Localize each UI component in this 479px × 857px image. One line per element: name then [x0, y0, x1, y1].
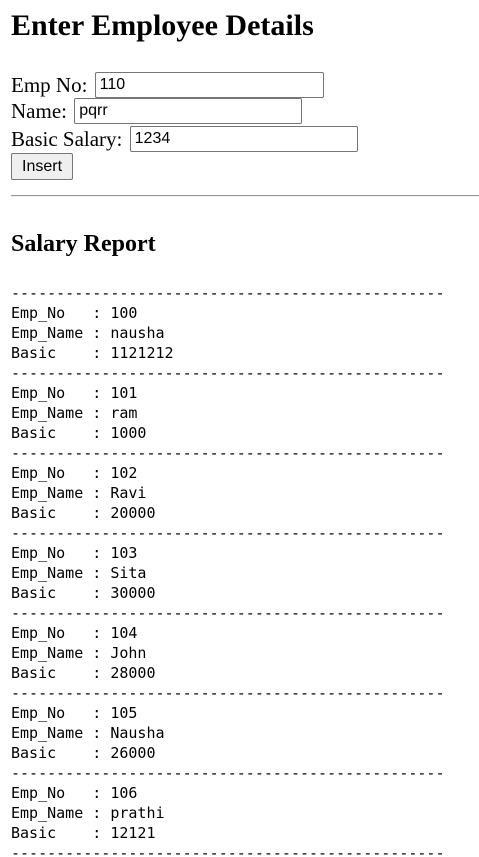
- record-emp-no-label: Emp_No :: [11, 304, 111, 322]
- record-emp-name: Emp_Name : Sita: [11, 563, 444, 583]
- record-basic-label: Basic :: [11, 664, 111, 682]
- divider: [11, 195, 479, 197]
- record-basic: Basic : 28000: [11, 663, 444, 683]
- record-emp-name: Emp_Name : prathi: [11, 803, 444, 823]
- record-emp-no-label: Emp_No :: [11, 784, 111, 802]
- name-input[interactable]: [74, 98, 303, 125]
- record-emp-no-label: Emp_No :: [11, 704, 111, 722]
- basic-salary-label: Basic Salary:: [11, 127, 123, 152]
- record-basic-value: 12121: [110, 824, 156, 842]
- name-label: Name:: [11, 99, 67, 124]
- record-emp-no: Emp_No : 105: [11, 703, 444, 723]
- report-separator: ----------------------------------------…: [11, 284, 445, 302]
- record-emp-name: Emp_Name : Ravi: [11, 483, 444, 503]
- record-basic-value: 30000: [110, 584, 156, 602]
- report-separator: ----------------------------------------…: [11, 684, 445, 702]
- insert-button[interactable]: Insert: [11, 153, 74, 180]
- emp-no-label: Emp No:: [11, 73, 88, 98]
- report-separator: ----------------------------------------…: [11, 764, 445, 782]
- record-emp-name-value: Sita: [110, 564, 147, 582]
- page-title: Enter Employee Details: [11, 9, 314, 42]
- record-basic: Basic : 12121: [11, 823, 444, 843]
- record-emp-name-value: nausha: [110, 324, 165, 342]
- record-emp-name: Emp_Name : Nausha: [11, 723, 444, 743]
- basic-salary-input[interactable]: [129, 126, 358, 153]
- record-basic-label: Basic :: [11, 744, 111, 762]
- record-basic-label: Basic :: [11, 504, 111, 522]
- record-emp-no: Emp_No : 100: [11, 303, 444, 323]
- basic-salary-row: Basic Salary:: [11, 125, 358, 153]
- record-basic-value: 20000: [110, 504, 156, 522]
- record-basic-value: 28000: [110, 664, 156, 682]
- record-emp-name-label: Emp_Name :: [11, 484, 111, 502]
- report-separator: ----------------------------------------…: [11, 604, 445, 622]
- record-basic: Basic : 1121212: [11, 343, 444, 363]
- record-emp-no-value: 104: [110, 624, 138, 642]
- record-emp-name-label: Emp_Name :: [11, 644, 111, 662]
- record-basic: Basic : 20000: [11, 503, 444, 523]
- record-basic-value: 1121212: [110, 344, 174, 362]
- name-row: Name:: [11, 97, 303, 125]
- record-emp-name-label: Emp_Name :: [11, 404, 111, 422]
- record-emp-name-value: Ravi: [110, 484, 147, 502]
- record-emp-no: Emp_No : 101: [11, 383, 444, 403]
- record-basic: Basic : 26000: [11, 743, 444, 763]
- salary-report: ----------------------------------------…: [11, 283, 444, 857]
- record-emp-no: Emp_No : 103: [11, 543, 444, 563]
- record-emp-name-label: Emp_Name :: [11, 804, 111, 822]
- record-emp-name-value: Nausha: [110, 724, 165, 742]
- report-separator: ----------------------------------------…: [11, 844, 445, 857]
- record-basic-label: Basic :: [11, 424, 111, 442]
- emp-no-row: Emp No:: [11, 71, 324, 99]
- record-basic: Basic : 30000: [11, 583, 444, 603]
- record-emp-no-label: Emp_No :: [11, 624, 111, 642]
- record-emp-no-value: 106: [110, 784, 138, 802]
- record-emp-no: Emp_No : 106: [11, 783, 444, 803]
- record-emp-name-label: Emp_Name :: [11, 724, 111, 742]
- record-emp-no: Emp_No : 104: [11, 623, 444, 643]
- record-emp-no-label: Emp_No :: [11, 464, 111, 482]
- record-emp-name: Emp_Name : John: [11, 643, 444, 663]
- record-emp-name-value: John: [110, 644, 147, 662]
- record-basic-value: 1000: [110, 424, 147, 442]
- record-emp-no-value: 103: [110, 544, 138, 562]
- record-emp-name-value: prathi: [110, 804, 165, 822]
- record-emp-no-value: 100: [110, 304, 138, 322]
- record-basic-label: Basic :: [11, 824, 111, 842]
- record-emp-no-label: Emp_No :: [11, 384, 111, 402]
- record-emp-no-value: 101: [110, 384, 138, 402]
- record-emp-name: Emp_Name : nausha: [11, 323, 444, 343]
- report-heading: Salary Report: [11, 231, 156, 257]
- record-emp-name-label: Emp_Name :: [11, 564, 111, 582]
- report-separator: ----------------------------------------…: [11, 444, 445, 462]
- report-separator: ----------------------------------------…: [11, 364, 445, 382]
- record-emp-no: Emp_No : 102: [11, 463, 444, 483]
- record-basic: Basic : 1000: [11, 423, 444, 443]
- emp-no-input[interactable]: [94, 72, 324, 99]
- record-basic-label: Basic :: [11, 584, 111, 602]
- record-emp-name-value: ram: [110, 404, 138, 422]
- record-emp-no-value: 105: [110, 704, 138, 722]
- record-emp-name-label: Emp_Name :: [11, 324, 111, 342]
- record-emp-name: Emp_Name : ram: [11, 403, 444, 423]
- record-emp-no-value: 102: [110, 464, 138, 482]
- record-basic-value: 26000: [110, 744, 156, 762]
- record-basic-label: Basic :: [11, 344, 111, 362]
- record-emp-no-label: Emp_No :: [11, 544, 111, 562]
- report-separator: ----------------------------------------…: [11, 524, 445, 542]
